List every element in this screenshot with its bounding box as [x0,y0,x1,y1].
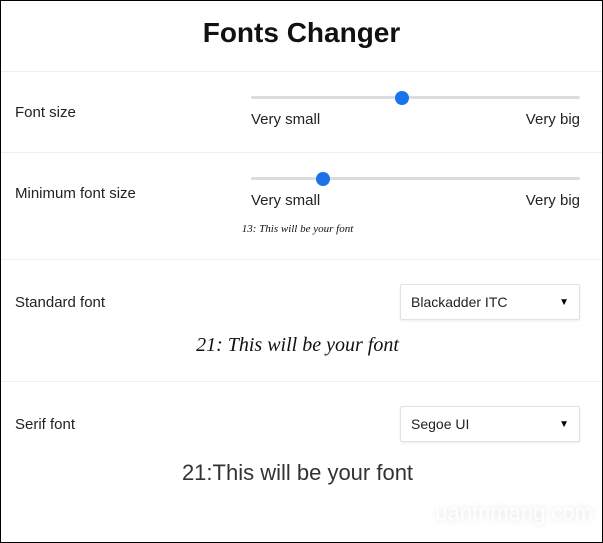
min-font-size-label: Minimum font size [11,185,251,202]
font-size-label: Font size [11,104,251,121]
min-font-size-slider[interactable] [251,177,580,180]
standard-font-preview: 21: This will be your font [11,334,584,357]
serif-font-value: Segoe UI [411,416,469,432]
standard-font-select[interactable]: Blackadder ITC ▼ [400,284,580,320]
slider-track [251,177,580,180]
slider-min-label: Very small [251,192,320,209]
slider-max-label: Very big [526,111,580,128]
standard-font-label: Standard font [11,294,251,311]
chevron-down-icon: ▼ [559,419,569,430]
serif-font-label: Serif font [11,416,251,433]
font-size-slider[interactable] [251,96,580,99]
page-title: Fonts Changer [1,1,602,71]
font-size-section: Font size Very small Very big [1,71,602,152]
slider-thumb[interactable] [395,91,409,105]
chevron-down-icon: ▼ [559,297,569,308]
serif-font-select[interactable]: Segoe UI ▼ [400,406,580,442]
serif-font-section: Serif font Segoe UI ▼ 21:This will be yo… [1,381,602,510]
slider-max-label: Very big [526,192,580,209]
min-font-size-section: Minimum font size Very small Very big 13… [1,152,602,259]
min-font-preview: 13: This will be your font [11,223,584,235]
slider-track [251,96,580,99]
slider-min-label: Very small [251,111,320,128]
standard-font-section: Standard font Blackadder ITC ▼ 21: This … [1,259,602,381]
standard-font-value: Blackadder ITC [411,294,507,310]
serif-font-preview: 21:This will be your font [11,460,584,486]
slider-thumb[interactable] [316,172,330,186]
